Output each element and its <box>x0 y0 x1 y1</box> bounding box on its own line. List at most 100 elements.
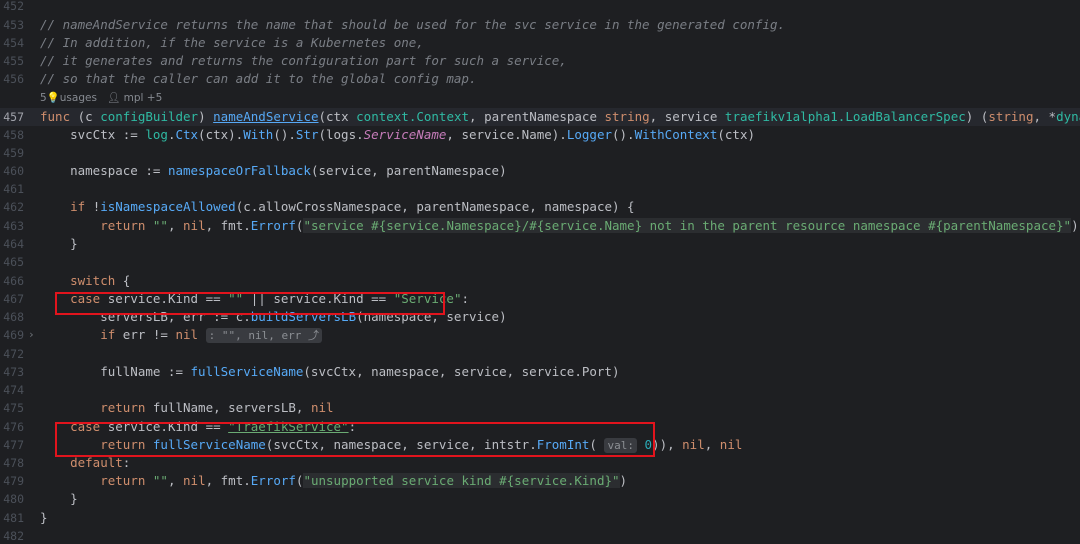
line-number[interactable]: 462 <box>0 198 24 216</box>
code-line-462[interactable]: 462 if !isNamespaceAllowed(c.allowCrossN… <box>0 198 1080 216</box>
line-number[interactable]: 469 <box>0 326 24 344</box>
lightbulb-icon[interactable]: 💡 <box>47 92 60 104</box>
code-text[interactable]: // nameAndService returns the name that … <box>40 16 785 34</box>
code-text[interactable]: // it generates and returns the configur… <box>40 52 567 70</box>
code-line-457[interactable]: 457 func (c configBuilder) nameAndService… <box>0 108 1080 126</box>
code-line-469[interactable]: 469 › if err != nil : "", nil, err ⤴ <box>0 326 1080 344</box>
line-number[interactable]: 475 <box>0 399 24 417</box>
code-token: ) <box>1071 218 1079 233</box>
code-text[interactable]: return "", nil, fmt.Errorf("unsupported … <box>40 472 627 490</box>
code-token: : <box>348 419 357 434</box>
code-text[interactable]: default: <box>40 454 130 472</box>
code-line-475[interactable]: 475 return fullName, serversLB, nil <box>0 399 1080 417</box>
code-editor[interactable]: 5💡usages 👤︎ mpl +5 452 453 // nameAndServi… <box>0 0 1080 544</box>
code-token: service.Kind == <box>100 291 229 306</box>
line-number[interactable]: 457 <box>0 108 24 126</box>
code-text[interactable]: fullName := fullServiceName(svcCtx, name… <box>40 363 619 381</box>
code-text[interactable]: return fullName, serversLB, nil <box>40 399 334 417</box>
code-line-482[interactable]: 482 <box>0 527 1080 544</box>
line-number[interactable]: 459 <box>0 144 24 162</box>
code-token: "" <box>152 218 168 233</box>
code-line-481[interactable]: 481} <box>0 509 1080 527</box>
code-line-452[interactable]: 452 <box>0 0 1080 15</box>
code-line-467[interactable]: 467 case service.Kind == "" || service.K… <box>0 290 1080 308</box>
code-token: nil <box>310 400 334 415</box>
line-number[interactable]: 464 <box>0 235 24 253</box>
code-line-465[interactable]: 465 <box>0 253 1080 271</box>
code-line-468[interactable]: 468 serversLB, err := c.buildServersLB(n… <box>0 308 1080 326</box>
code-line-477[interactable]: 477 return fullServiceName(svcCtx, names… <box>0 436 1080 454</box>
code-text[interactable]: switch { <box>40 272 130 290</box>
line-number[interactable]: 453 <box>0 16 24 34</box>
line-number[interactable]: 465 <box>0 253 24 271</box>
line-number[interactable]: 473 <box>0 363 24 381</box>
code-token: } <box>40 236 78 251</box>
code-line-461[interactable]: 461 <box>0 180 1080 198</box>
code-line-456[interactable]: 456 // so that the caller can add it to t… <box>0 70 1080 88</box>
code-line-479[interactable]: 479 return "", nil, fmt.Errorf("unsuppor… <box>0 472 1080 490</box>
code-line-464[interactable]: 464 } <box>0 235 1080 253</box>
code-line-466[interactable]: 466 switch { <box>0 272 1080 290</box>
line-number[interactable]: 478 <box>0 454 24 472</box>
code-token: (). <box>612 127 635 142</box>
line-number[interactable]: 461 <box>0 180 24 198</box>
line-number[interactable]: 467 <box>0 290 24 308</box>
code-token: .allowCrossNamespace, parentNamespace, n… <box>250 199 635 214</box>
line-number[interactable]: 452 <box>0 0 24 15</box>
line-number[interactable]: 468 <box>0 308 24 326</box>
code-text[interactable]: if err != nil : "", nil, err ⤴ <box>40 326 322 344</box>
code-line-478[interactable]: 478 default: <box>0 454 1080 472</box>
line-number[interactable]: 474 <box>0 381 24 399</box>
code-token: Ctx <box>175 127 199 142</box>
fold-chevron-icon[interactable]: › <box>28 326 35 344</box>
code-text[interactable]: func (c configBuilder) nameAndService(ct… <box>40 108 1080 126</box>
code-text[interactable]: } <box>40 509 48 527</box>
line-number[interactable]: 482 <box>0 527 24 544</box>
code-text[interactable]: } <box>40 235 78 253</box>
code-token: (ctx) <box>717 127 756 142</box>
line-number[interactable]: 476 <box>0 418 24 436</box>
code-text[interactable]: // so that the caller can add it to the … <box>40 70 477 88</box>
code-text[interactable]: // In addition, if the service is a Kube… <box>40 34 424 52</box>
code-text[interactable]: } <box>40 490 78 508</box>
code-line-458[interactable]: 458 svcCtx := log.Ctx(ctx).With().Str(lo… <box>0 126 1080 144</box>
code-text[interactable]: return fullServiceName(svcCtx, namespace… <box>40 436 742 454</box>
code-line-473[interactable]: 473 fullName := fullServiceName(svcCtx, … <box>0 363 1080 381</box>
code-text[interactable]: case service.Kind == "" || service.Kind … <box>40 290 469 308</box>
line-number[interactable]: 460 <box>0 162 24 180</box>
line-number[interactable]: 472 <box>0 345 24 363</box>
code-line-476[interactable]: 476 case service.Kind == "TraefikService… <box>0 418 1080 436</box>
code-text[interactable]: svcCtx := log.Ctx(ctx).With().Str(logs.S… <box>40 126 755 144</box>
code-line-480[interactable]: 480 } <box>0 490 1080 508</box>
code-text[interactable]: case service.Kind == "TraefikService": <box>40 418 356 436</box>
line-number[interactable]: 477 <box>0 436 24 454</box>
line-number[interactable]: 458 <box>0 126 24 144</box>
line-number[interactable]: 455 <box>0 52 24 70</box>
code-text[interactable]: serversLB, err := c.buildServersLB(names… <box>40 308 506 326</box>
code-token: isNamespaceAllowed <box>100 199 236 214</box>
code-text[interactable]: namespace := namespaceOrFallback(service… <box>40 162 507 180</box>
line-number[interactable]: 479 <box>0 472 24 490</box>
code-line-460[interactable]: 460 namespace := namespaceOrFallback(ser… <box>0 162 1080 180</box>
code-token: svcCtx := <box>40 127 146 142</box>
line-number[interactable]: 480 <box>0 490 24 508</box>
code-text[interactable]: return "", nil, fmt.Errorf("service #{se… <box>40 217 1079 235</box>
usages-inlay[interactable]: 5💡usages 👤︎ mpl +5 <box>40 90 162 106</box>
line-number[interactable]: 463 <box>0 217 24 235</box>
line-number[interactable]: 454 <box>0 34 24 52</box>
code-line-453[interactable]: 453 // nameAndService returns the name th… <box>0 16 1080 34</box>
code-line-463[interactable]: 463 return "", nil, fmt.Errorf("service … <box>0 217 1080 235</box>
code-line-459[interactable]: 459 <box>0 144 1080 162</box>
line-number[interactable]: 466 <box>0 272 24 290</box>
line-number[interactable]: 456 <box>0 70 24 88</box>
code-token: case <box>70 291 101 306</box>
code-line-472[interactable]: 472 <box>0 345 1080 363</box>
code-token: With <box>243 127 274 142</box>
code-line-455[interactable]: 455 // it generates and returns the confi… <box>0 52 1080 70</box>
line-number[interactable]: 481 <box>0 509 24 527</box>
code-line-474[interactable]: 474 <box>0 381 1080 399</box>
code-text[interactable]: if !isNamespaceAllowed(c.allowCrossNames… <box>40 198 635 216</box>
code-line-454[interactable]: 454 // In addition, if the service is a K… <box>0 34 1080 52</box>
